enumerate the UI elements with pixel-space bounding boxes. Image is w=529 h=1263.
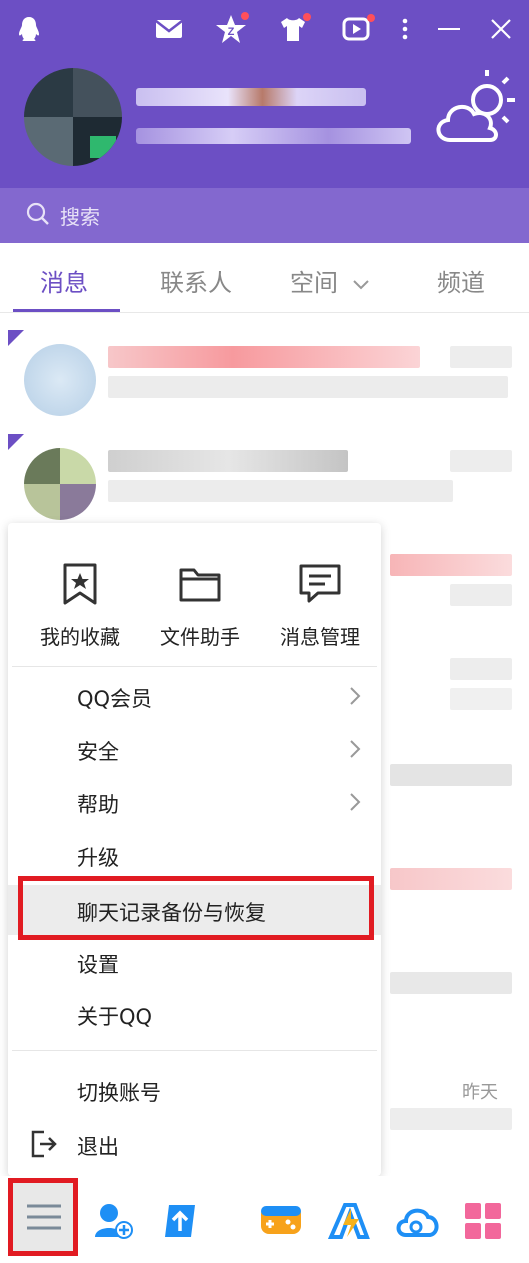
menu-item-label: 退出 bbox=[77, 1135, 119, 1159]
tab-qzone-label: 空间 bbox=[290, 269, 338, 297]
pinned-corner-marker bbox=[8, 330, 24, 346]
nickname-redacted bbox=[136, 88, 366, 106]
qzone-star-icon[interactable]: Z bbox=[214, 12, 249, 46]
main-menu-popup: 我的收藏 文件助手 消息管理 QQ会员 安全 帮助 升级 聊天记录备份与恢复 设… bbox=[8, 523, 381, 1176]
menu-item-about-qq[interactable]: 关于QQ bbox=[8, 989, 381, 1039]
menu-item-qq-vip[interactable]: QQ会员 bbox=[8, 671, 381, 721]
quick-action-label: 消息管理 bbox=[280, 625, 360, 649]
main-tabs: 消息 联系人 空间 频道 bbox=[0, 243, 529, 313]
app-grid-icon[interactable] bbox=[460, 1198, 506, 1244]
qq-logo-icon bbox=[12, 12, 46, 46]
active-tab-indicator bbox=[13, 309, 120, 312]
conversation-avatar bbox=[24, 344, 96, 416]
redacted-title bbox=[390, 868, 512, 890]
redacted-time bbox=[450, 450, 512, 472]
mail-icon[interactable] bbox=[152, 12, 186, 46]
highlight-box-menu-button bbox=[8, 1178, 78, 1256]
search-placeholder: 搜索 bbox=[60, 205, 100, 229]
folder-icon bbox=[145, 561, 255, 607]
conversation-item[interactable] bbox=[0, 330, 529, 434]
redacted-preview bbox=[450, 688, 512, 710]
conversation-avatar bbox=[24, 448, 96, 520]
menu-item-exit[interactable]: 退出 bbox=[8, 1119, 381, 1169]
menu-divider bbox=[12, 1050, 377, 1051]
quick-action-label: 文件助手 bbox=[160, 625, 240, 649]
redacted-time bbox=[450, 584, 512, 606]
quick-action-label: 我的收藏 bbox=[40, 625, 120, 649]
menu-divider bbox=[12, 666, 377, 667]
redacted-preview bbox=[108, 480, 453, 502]
quick-action-favorites[interactable]: 我的收藏 bbox=[25, 561, 135, 650]
menu-item-upgrade[interactable]: 升级 bbox=[8, 830, 381, 880]
menu-item-switch-account[interactable]: 切换账号 bbox=[8, 1065, 381, 1115]
weather-cloud-sun-icon[interactable] bbox=[432, 70, 522, 154]
minimize-icon[interactable] bbox=[432, 12, 466, 46]
redacted-title bbox=[390, 554, 512, 576]
menu-item-label: 关于QQ bbox=[77, 1005, 153, 1029]
menu-item-label: 设置 bbox=[77, 953, 119, 977]
quick-action-file-helper[interactable]: 文件助手 bbox=[145, 561, 255, 650]
flash-transfer-icon[interactable] bbox=[326, 1198, 372, 1244]
online-status-indicator bbox=[90, 136, 116, 158]
more-vertical-icon[interactable] bbox=[390, 12, 420, 46]
menu-item-label: 升级 bbox=[77, 846, 119, 870]
chevron-right-icon bbox=[350, 687, 361, 705]
redacted-title bbox=[390, 764, 512, 786]
user-avatar[interactable] bbox=[24, 68, 122, 166]
redacted-time bbox=[450, 346, 512, 368]
menu-item-security[interactable]: 安全 bbox=[8, 724, 381, 774]
add-contact-icon[interactable] bbox=[90, 1198, 136, 1244]
redacted-time bbox=[450, 658, 512, 680]
upload-cloud-icon[interactable] bbox=[157, 1198, 203, 1244]
video-play-icon[interactable] bbox=[340, 12, 375, 46]
bottom-toolbar bbox=[0, 1176, 529, 1263]
tab-qzone[interactable]: 空间 bbox=[290, 263, 370, 298]
chevron-right-icon bbox=[350, 740, 361, 758]
redacted-title bbox=[108, 450, 348, 472]
quick-action-message-manager[interactable]: 消息管理 bbox=[265, 561, 375, 650]
tab-contacts[interactable]: 联系人 bbox=[160, 263, 232, 298]
highlight-box-backup bbox=[18, 876, 374, 940]
menu-item-label: 切换账号 bbox=[77, 1081, 161, 1105]
menu-item-help[interactable]: 帮助 bbox=[8, 777, 381, 827]
game-center-icon[interactable] bbox=[258, 1198, 304, 1244]
search-icon bbox=[26, 202, 50, 230]
signature-redacted bbox=[136, 128, 411, 144]
redacted-preview bbox=[108, 376, 508, 398]
tab-channels[interactable]: 频道 bbox=[437, 263, 485, 298]
conversation-time: 昨天 bbox=[462, 1082, 498, 1103]
menu-item-label: QQ会员 bbox=[77, 687, 153, 711]
redacted-title bbox=[390, 972, 512, 994]
weiyun-cloud-icon[interactable] bbox=[394, 1198, 440, 1244]
chevron-right-icon bbox=[350, 793, 361, 811]
tab-messages[interactable]: 消息 bbox=[40, 263, 88, 298]
chevron-down-icon bbox=[352, 280, 369, 290]
star-bookmark-icon bbox=[25, 561, 135, 607]
svg-text:Z: Z bbox=[228, 26, 235, 38]
exit-icon bbox=[31, 1130, 57, 1158]
redacted-preview bbox=[390, 1108, 512, 1130]
search-bar[interactable]: 搜索 bbox=[0, 188, 529, 243]
dress-up-shirt-icon[interactable] bbox=[276, 12, 311, 46]
menu-item-label: 安全 bbox=[77, 740, 119, 764]
menu-item-label: 帮助 bbox=[77, 793, 119, 817]
message-icon bbox=[265, 561, 375, 607]
redacted-title bbox=[108, 346, 420, 368]
menu-item-settings[interactable]: 设置 bbox=[8, 937, 381, 987]
pinned-corner-marker bbox=[8, 434, 24, 450]
close-icon[interactable] bbox=[484, 12, 518, 46]
